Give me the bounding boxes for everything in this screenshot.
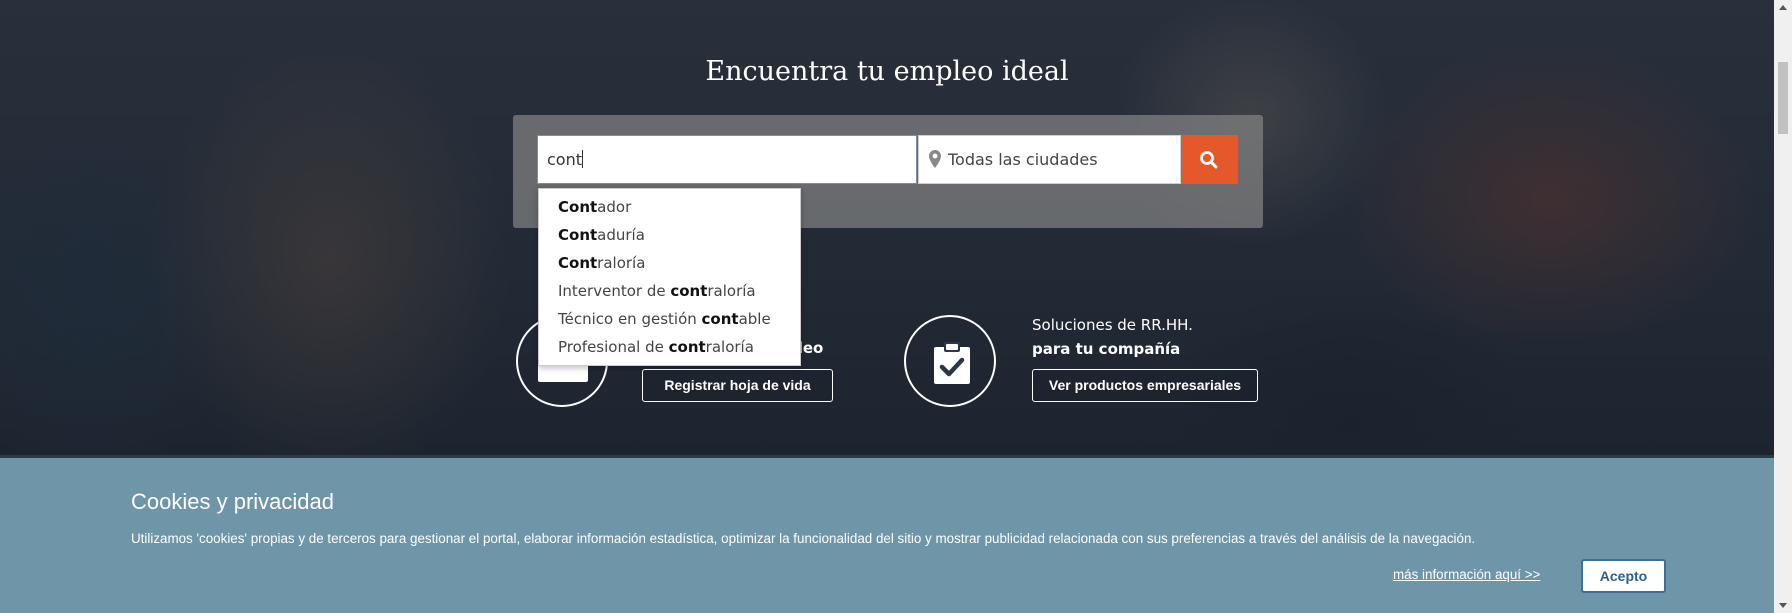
clipboard-check-icon: [932, 341, 972, 389]
hr-solutions-circle: [904, 315, 996, 407]
cookie-banner-border: [0, 455, 1774, 458]
autocomplete-item[interactable]: Contraloría: [558, 254, 645, 272]
accept-cookies-button[interactable]: Acepto: [1581, 559, 1666, 593]
autocomplete-item[interactable]: Técnico en gestión contable: [558, 310, 771, 328]
keyword-input-value: cont: [547, 150, 583, 169]
business-products-button[interactable]: Ver productos empresariales: [1032, 369, 1258, 402]
page-title: Encuentra tu empleo ideal: [705, 56, 1069, 87]
cookie-title: Cookies y privacidad: [131, 489, 334, 514]
map-pin-icon: [929, 150, 941, 172]
autocomplete-item[interactable]: Profesional de contraloría: [558, 338, 754, 356]
city-select[interactable]: Todas las ciudades: [918, 135, 1181, 184]
text-caret: [582, 150, 583, 168]
scrollbar-thumb[interactable]: [1778, 62, 1788, 134]
search-button[interactable]: [1181, 135, 1238, 184]
autocomplete-item[interactable]: Contador: [558, 198, 631, 216]
keyword-search-input[interactable]: cont: [537, 135, 917, 184]
vertical-scrollbar[interactable]: [1774, 0, 1792, 613]
autocomplete-item[interactable]: Interventor de contraloría: [558, 282, 756, 300]
register-cv-button[interactable]: Registrar hoja de vida: [642, 369, 833, 402]
autocomplete-dropdown: Contador Contaduría Contraloría Interven…: [538, 188, 801, 366]
cookie-text: Utilizamos 'cookies' propias y de tercer…: [131, 531, 1476, 546]
scroll-up-arrow-icon[interactable]: [1779, 5, 1787, 10]
city-select-value: Todas las ciudades: [948, 150, 1098, 169]
autocomplete-item[interactable]: Contaduría: [558, 226, 645, 244]
more-info-link[interactable]: más información aquí >>: [1393, 567, 1540, 582]
hr-solutions-line2: para tu compañía: [1032, 340, 1181, 358]
hr-solutions-line1: Soluciones de RR.HH.: [1032, 316, 1193, 334]
cookie-banner: Cookies y privacidad Utilizamos 'cookies…: [0, 455, 1774, 613]
scroll-down-arrow-icon[interactable]: [1779, 603, 1787, 608]
